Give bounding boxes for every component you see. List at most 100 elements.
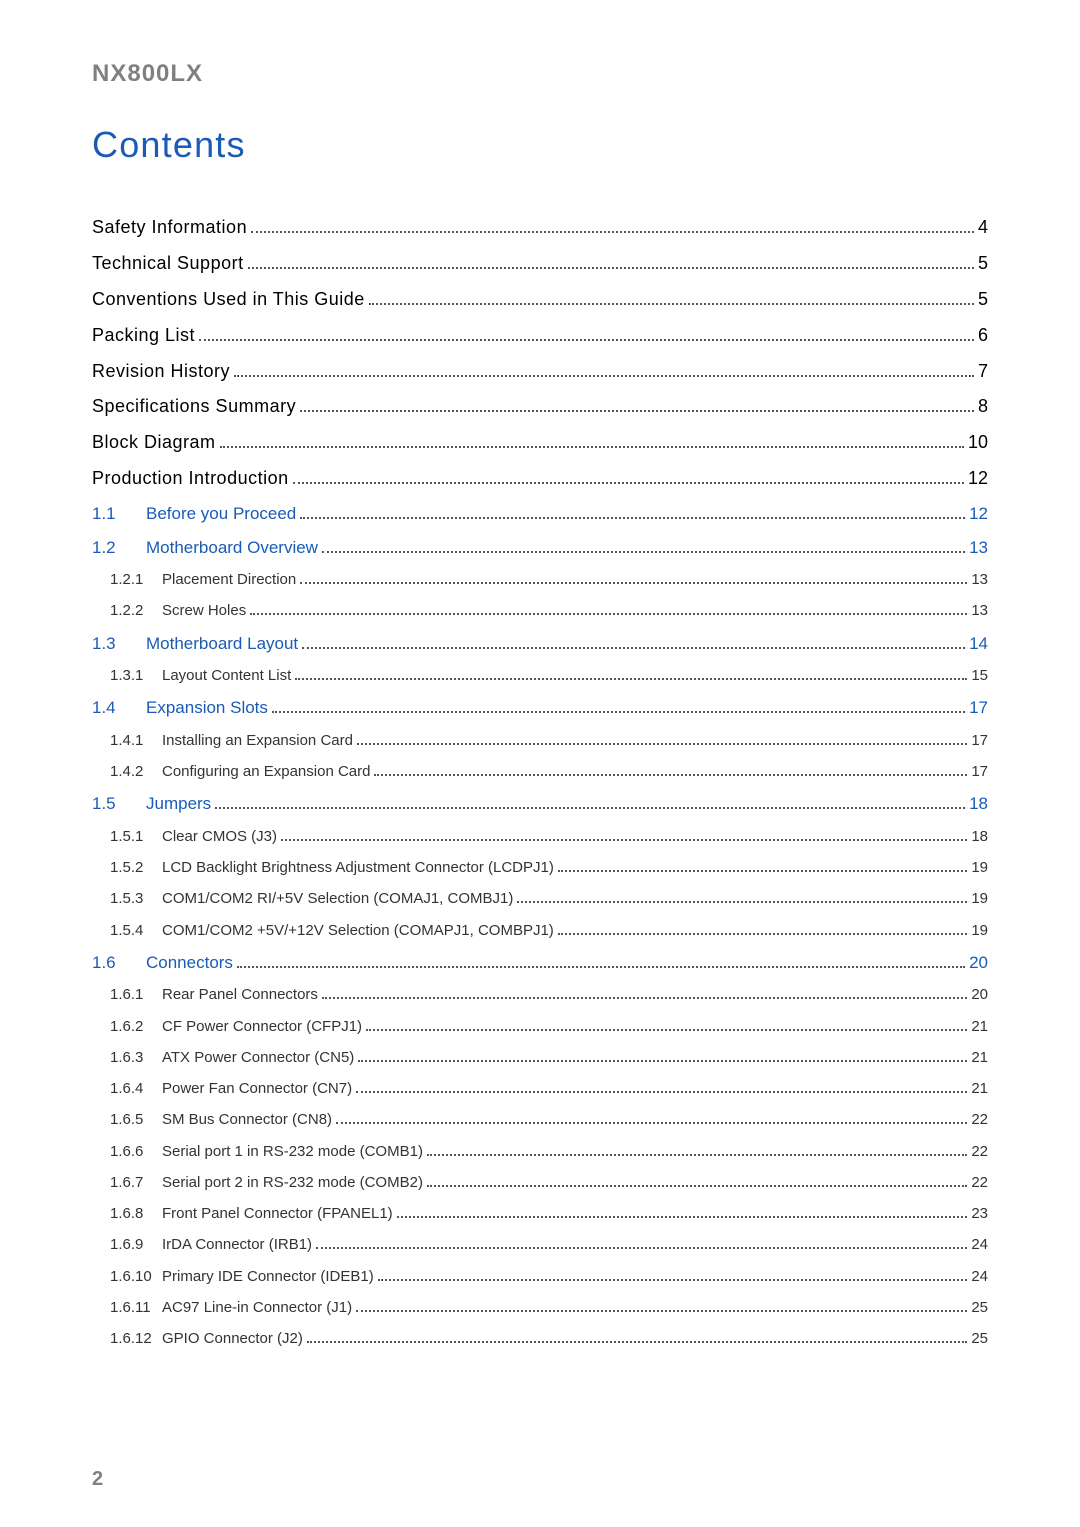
toc-entry[interactable]: 1.6.3ATX Power Connector (CN5)21 bbox=[92, 1046, 988, 1069]
toc-entry[interactable]: Specifications Summary8 bbox=[92, 393, 988, 421]
toc-entry[interactable]: 1.2Motherboard Overview13 bbox=[92, 535, 988, 561]
toc-entry-number: 1.5.3 bbox=[92, 887, 162, 910]
toc-entry[interactable]: 1.5.4COM1/COM2 +5V/+12V Selection (COMAP… bbox=[92, 919, 988, 942]
toc-entry-page: 17 bbox=[969, 695, 988, 721]
toc-entry[interactable]: 1.5.2LCD Backlight Brightness Adjustment… bbox=[92, 856, 988, 879]
toc-leader-dots bbox=[336, 1112, 967, 1124]
toc-entry[interactable]: 1.6.7Serial port 2 in RS-232 mode (COMB2… bbox=[92, 1171, 988, 1194]
toc-entry[interactable]: Production Introduction 12 bbox=[92, 465, 988, 493]
toc-entry-page: 21 bbox=[971, 1077, 988, 1100]
toc-entry-label: Revision History bbox=[92, 358, 230, 386]
toc-entry-number: 1.5.2 bbox=[92, 856, 162, 879]
toc-entry-page: 22 bbox=[971, 1108, 988, 1131]
toc-entry[interactable]: 1.4.2Configuring an Expansion Card17 bbox=[92, 760, 988, 783]
toc-leader-dots bbox=[272, 701, 965, 713]
toc-entry-page: 8 bbox=[978, 393, 988, 421]
toc-leader-dots bbox=[300, 401, 974, 413]
toc-entry[interactable]: 1.6.8Front Panel Connector (FPANEL1)23 bbox=[92, 1202, 988, 1225]
toc-leader-dots bbox=[302, 637, 965, 649]
toc-entry-page: 18 bbox=[969, 791, 988, 817]
toc-entry[interactable]: 1.6.11AC97 Line-in Connector (J1)25 bbox=[92, 1296, 988, 1319]
toc-entry[interactable]: 1.1Before you Proceed12 bbox=[92, 501, 988, 527]
toc-leader-dots bbox=[358, 1050, 967, 1062]
toc-entry-number: 1.6.7 bbox=[92, 1171, 162, 1194]
toc-leader-dots bbox=[237, 956, 965, 968]
toc-entry-page: 13 bbox=[971, 568, 988, 591]
toc-leader-dots bbox=[558, 860, 967, 872]
toc-entry-label: Safety Information bbox=[92, 214, 247, 242]
toc-entry-page: 22 bbox=[971, 1171, 988, 1194]
toc-entry[interactable]: Packing List6 bbox=[92, 322, 988, 350]
toc-entry-page: 18 bbox=[971, 825, 988, 848]
toc-entry[interactable]: 1.3.1Layout Content List15 bbox=[92, 664, 988, 687]
toc-entry-label: Before you Proceed bbox=[146, 501, 296, 527]
toc-entry[interactable]: 1.4Expansion Slots17 bbox=[92, 695, 988, 721]
toc-entry[interactable]: 1.3Motherboard Layout14 bbox=[92, 631, 988, 657]
toc-leader-dots bbox=[251, 221, 974, 233]
toc-entry[interactable]: 1.6Connectors 20 bbox=[92, 950, 988, 976]
toc-entry-number: 1.5.4 bbox=[92, 919, 162, 942]
toc-entry[interactable]: 1.6.12GPIO Connector (J2)25 bbox=[92, 1327, 988, 1350]
toc-entry-page: 19 bbox=[971, 919, 988, 942]
contents-title: Contents bbox=[92, 124, 988, 166]
toc-entry-page: 7 bbox=[978, 358, 988, 386]
toc-entry-number: 1.6.2 bbox=[92, 1015, 162, 1038]
toc-entry-number: 1.6.3 bbox=[92, 1046, 162, 1069]
toc-entry-label: Packing List bbox=[92, 322, 195, 350]
toc-entry-number: 1.6.4 bbox=[92, 1077, 162, 1100]
toc-entry[interactable]: 1.6.2CF Power Connector (CFPJ1)21 bbox=[92, 1015, 988, 1038]
toc-entry-page: 24 bbox=[971, 1233, 988, 1256]
toc-leader-dots bbox=[378, 1269, 968, 1281]
toc-entry[interactable]: Conventions Used in This Guide5 bbox=[92, 286, 988, 314]
toc-entry-page: 20 bbox=[969, 950, 988, 976]
toc-entry[interactable]: 1.2.1Placement Direction 13 bbox=[92, 568, 988, 591]
toc-entry[interactable]: Block Diagram10 bbox=[92, 429, 988, 457]
toc-entry[interactable]: 1.5.3COM1/COM2 RI/+5V Selection (COMAJ1,… bbox=[92, 887, 988, 910]
toc-entry-number: 1.6.1 bbox=[92, 983, 162, 1006]
toc-leader-dots bbox=[558, 923, 968, 935]
toc-leader-dots bbox=[369, 293, 974, 305]
toc-leader-dots bbox=[250, 603, 967, 615]
toc-entry-label: Placement Direction bbox=[162, 568, 296, 591]
toc-entry-number: 1.6.6 bbox=[92, 1140, 162, 1163]
toc-leader-dots bbox=[322, 541, 965, 553]
toc-entry-page: 25 bbox=[971, 1327, 988, 1350]
toc-entry-number: 1.6 bbox=[92, 950, 146, 976]
toc-entry-label: Connectors bbox=[146, 950, 233, 976]
toc-entry-label: Production Introduction bbox=[92, 465, 289, 493]
toc-entry[interactable]: 1.6.6Serial port 1 in RS-232 mode (COMB1… bbox=[92, 1140, 988, 1163]
toc-entry-label: Clear CMOS (J3) bbox=[162, 825, 277, 848]
toc-entry-label: LCD Backlight Brightness Adjustment Conn… bbox=[162, 856, 554, 879]
toc-entry-page: 20 bbox=[971, 983, 988, 1006]
toc-entry-page: 12 bbox=[968, 465, 988, 493]
toc-entry[interactable]: 1.4.1Installing an Expansion Card17 bbox=[92, 729, 988, 752]
toc-entry-page: 24 bbox=[971, 1265, 988, 1288]
toc-entry[interactable]: Safety Information4 bbox=[92, 214, 988, 242]
toc-entry[interactable]: 1.5.1Clear CMOS (J3)18 bbox=[92, 825, 988, 848]
document-page: NX800LX Contents Safety Information4Tech… bbox=[0, 0, 1080, 1527]
toc-entry[interactable]: 1.5Jumpers18 bbox=[92, 791, 988, 817]
toc-entry-page: 25 bbox=[971, 1296, 988, 1319]
toc-entry[interactable]: 1.6.9IrDA Connector (IRB1)24 bbox=[92, 1233, 988, 1256]
toc-entry-page: 22 bbox=[971, 1140, 988, 1163]
toc-entry-label: Conventions Used in This Guide bbox=[92, 286, 365, 314]
toc-leader-dots bbox=[397, 1206, 968, 1218]
toc-entry[interactable]: 1.6.1Rear Panel Connectors20 bbox=[92, 983, 988, 1006]
toc-leader-dots bbox=[427, 1175, 967, 1187]
toc-leader-dots bbox=[248, 257, 974, 269]
toc-entry-page: 23 bbox=[971, 1202, 988, 1225]
toc-entry-label: Layout Content List bbox=[162, 664, 291, 687]
toc-entry-label: Motherboard Overview bbox=[146, 535, 318, 561]
toc-entry-page: 17 bbox=[971, 760, 988, 783]
toc-entry[interactable]: Technical Support5 bbox=[92, 250, 988, 278]
toc-entry[interactable]: Revision History 7 bbox=[92, 358, 988, 386]
toc-entry-label: Installing an Expansion Card bbox=[162, 729, 353, 752]
toc-leader-dots bbox=[215, 797, 965, 809]
toc-entry-number: 1.2.1 bbox=[92, 568, 162, 591]
toc-entry[interactable]: 1.6.10Primary IDE Connector (IDEB1)24 bbox=[92, 1265, 988, 1288]
toc-entry[interactable]: 1.6.5SM Bus Connector (CN8)22 bbox=[92, 1108, 988, 1131]
toc-entry[interactable]: 1.6.4Power Fan Connector (CN7)21 bbox=[92, 1077, 988, 1100]
page-number: 2 bbox=[92, 1468, 103, 1491]
toc-entry-page: 17 bbox=[971, 729, 988, 752]
toc-entry[interactable]: 1.2.2Screw Holes13 bbox=[92, 599, 988, 622]
